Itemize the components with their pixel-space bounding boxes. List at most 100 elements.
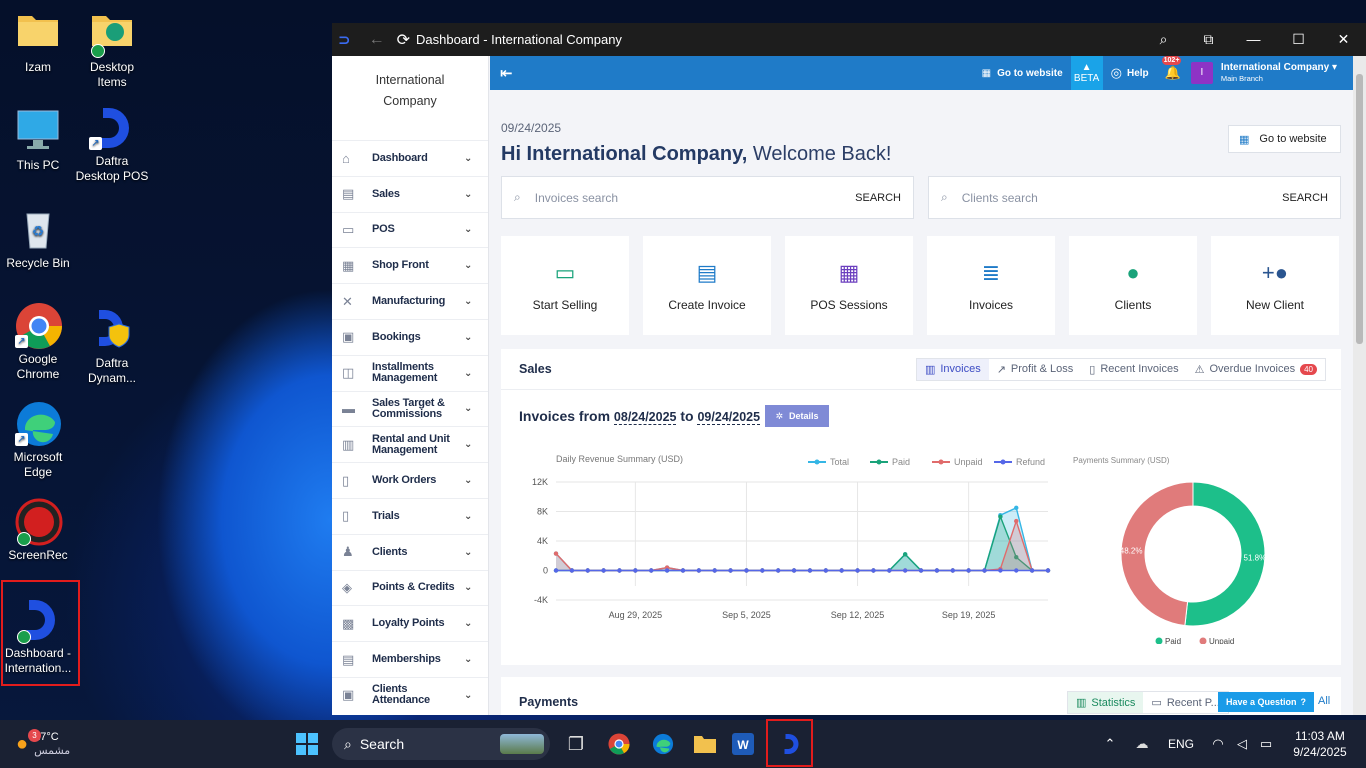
tile-invoices[interactable]: ≣ Invoices <box>927 236 1055 335</box>
sidebar-item-shop-front[interactable]: ▦ Shop Front ⌄ <box>332 247 488 283</box>
scrollbar-thumb[interactable] <box>1356 74 1363 344</box>
desktop-icon-desktop-items[interactable]: Desktop Items <box>74 10 150 90</box>
sidebar-item-loyalty-points[interactable]: ▩ Loyalty Points ⌄ <box>332 605 488 641</box>
range-from[interactable]: 08/24/2025 <box>613 410 677 425</box>
data-point-paid <box>902 552 908 557</box>
sidebar-item-bookings[interactable]: ▣ Bookings ⌄ <box>332 318 488 355</box>
data-point-refund <box>633 568 638 573</box>
x-tick-label: Sep 5, 2025 <box>722 610 771 620</box>
data-point-refund <box>902 568 908 573</box>
have-a-question-button[interactable]: Have a Question? <box>1218 692 1314 712</box>
back-icon[interactable]: ← <box>369 31 385 49</box>
weather-widget[interactable]: ● 3 27°C مشمس <box>16 724 106 764</box>
sidebar-item-clients[interactable]: ♟ Clients ⌄ <box>332 533 488 570</box>
language-indicator[interactable]: ENG <box>1164 724 1198 764</box>
tile-clients[interactable]: ● Clients <box>1069 236 1197 335</box>
tile-create-invoice[interactable]: ▤ Create Invoice <box>643 236 771 335</box>
invoice-icon: ≣ <box>981 259 1001 285</box>
extension-icon[interactable]: ⧉ <box>1186 31 1231 48</box>
desktop-icon-daftra-dynamics[interactable]: Daftra Dynam... <box>74 306 150 386</box>
data-point-refund <box>775 568 781 573</box>
help-link[interactable]: Help <box>1127 68 1149 79</box>
go-to-website-button[interactable]: ▦ Go to website <box>1228 125 1341 153</box>
tray-overflow-icon[interactable]: ⌃ <box>1100 724 1120 764</box>
desktop-icon-chrome[interactable]: ↗ Google Chrome <box>0 302 76 382</box>
tab-statistics[interactable]: ▥ Statistics <box>1068 692 1144 713</box>
chevron-down-icon: ⌄ <box>464 689 473 701</box>
header-go-to-website[interactable]: Go to website <box>997 68 1063 79</box>
start-button[interactable] <box>292 724 322 764</box>
reload-icon[interactable]: ⟳ <box>397 30 410 50</box>
tab-overdue-invoices[interactable]: ⚠ Overdue Invoices 40 <box>1187 359 1325 380</box>
minimize-button[interactable]: — <box>1231 31 1276 48</box>
range-to[interactable]: 09/24/2025 <box>697 410 761 425</box>
tile-new-client[interactable]: +● New Client <box>1211 236 1339 335</box>
search-icon: ⌕ <box>514 190 521 204</box>
company-switcher[interactable]: International Company ▾ Main Branch <box>1221 62 1337 84</box>
volume-icon[interactable]: ◁ <box>1232 724 1252 764</box>
details-button[interactable]: ✲ Details <box>765 405 829 427</box>
invoices-search[interactable]: ⌕ Invoices search SEARCH <box>501 176 914 219</box>
tile-pos-sessions[interactable]: ▦ POS Sessions <box>785 236 913 335</box>
data-point-refund <box>744 568 749 573</box>
collapse-menu-icon[interactable]: ⇤ <box>500 64 513 82</box>
sidebar-item-rental-and-unit-management[interactable]: ▥ Rental and Unit Management ⌄ <box>332 426 488 462</box>
close-button[interactable]: ✕ <box>1321 31 1366 48</box>
client-icon: ● <box>1126 259 1140 285</box>
desktop-icon-this-pc[interactable]: This PC <box>0 108 76 173</box>
store-icon: ▦ <box>342 257 355 273</box>
tile-start-selling[interactable]: ▭ Start Selling <box>501 236 629 335</box>
tab-invoices[interactable]: ▥ Invoices <box>916 358 989 380</box>
rental-icon: ▥ <box>342 436 355 452</box>
clock[interactable]: 11:03 AM 9/24/2025 <box>1284 724 1356 764</box>
legend-label-unpaid: Unpaid <box>954 457 983 467</box>
sidebar-item-points-credits[interactable]: ◈ Points & Credits ⌄ <box>332 569 488 606</box>
task-view-icon[interactable]: ❐ <box>562 724 590 764</box>
taskbar-explorer-icon[interactable] <box>690 724 720 764</box>
battery-icon[interactable]: ▭ <box>1256 724 1276 764</box>
sidebar-item-manufacturing[interactable]: ✕ Manufacturing ⌄ <box>332 283 488 319</box>
taskbar-word-icon[interactable]: W <box>728 724 758 764</box>
notification-icon[interactable]: 🔔 102+ <box>1161 56 1182 81</box>
sales-icon: ▤ <box>342 186 355 202</box>
tab-profit-loss[interactable]: ↗ Profit & Loss <box>989 359 1082 380</box>
view-all-link[interactable]: All <box>1318 695 1330 707</box>
zoom-icon[interactable]: ⌕ <box>1141 31 1186 48</box>
add-user-icon: +● <box>1261 259 1289 285</box>
sidebar-item-installments-management[interactable]: ◫ Installments Management ⌄ <box>332 354 488 391</box>
sidebar-item-sales-target-commissions[interactable]: ▬ Sales Target & Commissions ⌄ <box>332 390 488 427</box>
desktop-icon-screenrec[interactable]: ScreenRec <box>0 498 76 563</box>
sidebar-item-work-orders[interactable]: ▯ Work Orders ⌄ <box>332 462 488 498</box>
legend-marker-paid <box>876 459 882 465</box>
svg-text:♻: ♻ <box>32 223 45 239</box>
desktop-icon-recycle-bin[interactable]: ♻ Recycle Bin <box>0 206 76 271</box>
maximize-button[interactable]: ☐ <box>1276 31 1321 48</box>
desktop-icon-izam[interactable]: Izam <box>0 10 76 75</box>
window-scrollbar[interactable] <box>1353 56 1366 715</box>
sidebar-item-trials[interactable]: ▯ Trials ⌄ <box>332 497 488 534</box>
sidebar-item-memberships[interactable]: ▤ Memberships ⌄ <box>332 641 488 677</box>
tab-recent-payments[interactable]: ▭ Recent P... <box>1143 692 1227 713</box>
tab-recent-invoices[interactable]: ▯ Recent Invoices <box>1081 359 1186 380</box>
chevron-down-icon: ⌄ <box>464 331 473 343</box>
taskbar-search[interactable]: ⌕ Search <box>332 728 550 760</box>
taskbar <box>0 720 1366 768</box>
sidebar-item-clients-attendance[interactable]: ▣ Clients Attendance ⌄ <box>332 676 488 713</box>
tray-app-icon[interactable]: ☁ <box>1132 724 1152 764</box>
desktop-icon-edge[interactable]: ↗ Microsoft Edge <box>0 400 76 480</box>
sidebar-item-sales[interactable]: ▤ Sales ⌄ <box>332 175 488 212</box>
desktop-icon-daftra-pos[interactable]: ↗ Daftra Desktop POS <box>74 104 150 184</box>
y-tick-label: 8K <box>537 507 548 517</box>
avatar[interactable]: I <box>1190 62 1213 84</box>
clients-search-button[interactable]: SEARCH <box>1282 192 1328 204</box>
beta-button[interactable]: ▲ BETA <box>1070 56 1103 90</box>
network-icon[interactable]: ◠ <box>1208 724 1228 764</box>
taskbar-chrome-icon[interactable] <box>604 724 634 764</box>
invoices-search-button[interactable]: SEARCH <box>855 192 901 204</box>
data-point-refund <box>918 568 924 573</box>
taskbar-edge-icon[interactable] <box>648 724 678 764</box>
sidebar-item-dashboard[interactable]: ⌂ Dashboard ⌄ <box>332 140 488 176</box>
clients-search[interactable]: ⌕ Clients search SEARCH <box>928 176 1341 219</box>
sidebar-item-pos[interactable]: ▭ POS ⌄ <box>332 211 488 248</box>
daftra-icon: ↗ <box>89 104 135 150</box>
